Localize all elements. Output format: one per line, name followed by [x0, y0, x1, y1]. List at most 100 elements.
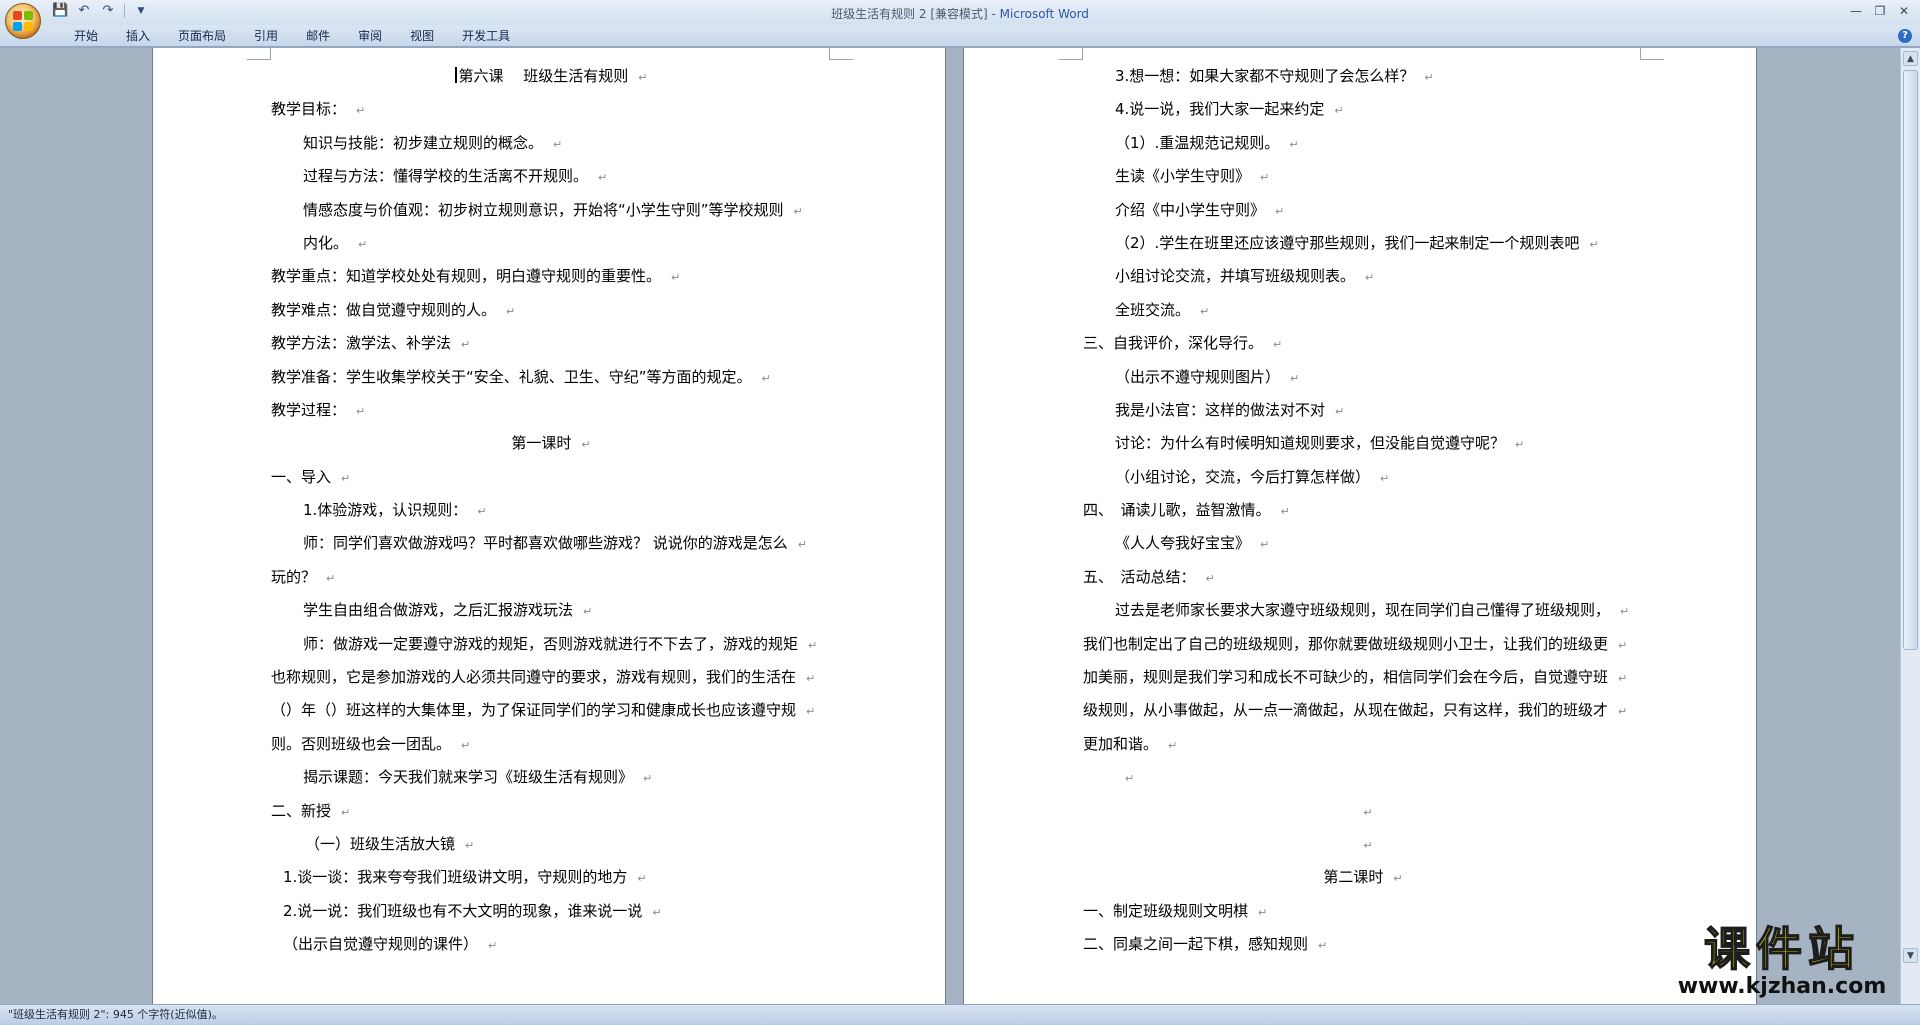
paragraph-mark-icon: ↵: [341, 805, 351, 819]
paragraph-mark-icon: ↵: [1125, 772, 1135, 786]
close-icon[interactable]: ✕: [1894, 2, 1914, 20]
paragraph-line[interactable]: （出示自觉遵守规则的课件） ↵: [271, 928, 831, 961]
paragraph-line[interactable]: 教学目标： ↵: [271, 93, 831, 126]
paragraph-line[interactable]: 第六课 班级生活有规则 ↵: [271, 60, 831, 93]
paragraph-line[interactable]: 师：做游戏一定要遵守游戏的规矩，否则游戏就进行不下去了，游戏的规矩 ↵: [271, 628, 831, 661]
paragraph-line[interactable]: 一、导入 ↵: [271, 461, 831, 494]
paragraph-text: （1）.重温规范记规则。: [1115, 133, 1280, 152]
ribbon-tab[interactable]: 页面布局: [164, 28, 240, 44]
paragraph-line[interactable]: 我们也制定出了自己的班级规则，那你就要做班级规则小卫士，让我们的班级更 ↵: [1083, 628, 1643, 661]
paragraph-text: 1.谈一谈：我来夸夸我们班级讲文明，守规则的地方: [283, 868, 628, 887]
page-text-left[interactable]: 第六课 班级生活有规则 ↵ 教学目标： ↵ 知识与技能：初步建立规则的概念。 ↵ 过程与方法…: [271, 60, 831, 962]
paragraph-line[interactable]: （）年（）班这样的大集体里，为了保证同学们的学习和健康成长也应该遵守规 ↵: [271, 694, 831, 727]
paragraph-line[interactable]: 四、 诵读儿歌，益智激情。 ↵: [1083, 494, 1643, 527]
paragraph-mark-icon: ↵: [1273, 338, 1283, 352]
paragraph-line[interactable]: 过程与方法：懂得学校的生活离不开规则。 ↵: [271, 160, 831, 193]
paragraph-line[interactable]: 第一课时 ↵: [271, 427, 831, 460]
paragraph-line[interactable]: 加美丽，规则是我们学习和成长不可缺少的，相信同学们会在今后，自觉遵守班 ↵: [1083, 661, 1643, 694]
document-page-left[interactable]: 第六课 班级生活有规则 ↵ 教学目标： ↵ 知识与技能：初步建立规则的概念。 ↵ 过程与方法…: [152, 48, 946, 1004]
window-controls: — ❐ ✕: [1846, 2, 1914, 20]
paragraph-line[interactable]: 二、同桌之间一起下棋，感知规则 ↵: [1083, 928, 1643, 961]
paragraph-line[interactable]: 二、新授 ↵: [271, 795, 831, 828]
paragraph-text: 学生自由组合做游戏，之后汇报游戏玩法: [303, 601, 574, 620]
paragraph-line[interactable]: 内化。 ↵: [271, 227, 831, 260]
paragraph-line[interactable]: （一）班级生活放大镜 ↵: [271, 828, 831, 861]
office-logo-icon: [13, 11, 33, 31]
paragraph-line[interactable]: 小组讨论交流，并填写班级规则表。 ↵: [1083, 260, 1643, 293]
paragraph-mark-icon: ↵: [1318, 939, 1328, 953]
paragraph-line[interactable]: 我是小法官：这样的做法对不对 ↵: [1083, 394, 1643, 427]
paragraph-line[interactable]: 全班交流。 ↵: [1083, 294, 1643, 327]
ribbon-tab[interactable]: 邮件: [292, 28, 344, 44]
paragraph-line[interactable]: （出示不遵守规则图片） ↵: [1083, 361, 1643, 394]
paragraph-line[interactable]: 教学方法：激学法、补学法 ↵: [271, 327, 831, 360]
paragraph-mark-icon: ↵: [1258, 905, 1268, 919]
ribbon-tab[interactable]: 插入: [112, 28, 164, 44]
paragraph-line[interactable]: ↵: [1083, 828, 1643, 861]
minimize-icon[interactable]: —: [1846, 2, 1866, 20]
paragraph-mark-icon: ↵: [358, 237, 368, 251]
ribbon-tab[interactable]: 开发工具: [448, 28, 524, 44]
paragraph-line[interactable]: 揭示课题：今天我们就来学习《班级生活有规则》 ↵: [271, 761, 831, 794]
page-text-right[interactable]: 3.想一想：如果大家都不守规则了会怎么样？ ↵ 4.说一说，我们大家一起来约定 ↵ （1…: [1083, 60, 1643, 962]
paragraph-text: 教学准备：学生收集学校关于“安全、礼貌、卫生、守纪”等方面的规定。: [271, 367, 752, 386]
paragraph-line[interactable]: 过去是老师家长要求大家遵守班级规则，现在同学们自己懂得了班级规则， ↵: [1083, 594, 1643, 627]
paragraph-line[interactable]: （2）.学生在班里还应该遵守那些规则，我们一起来制定一个规则表吧 ↵: [1083, 227, 1643, 260]
paragraph-text: 讨论：为什么有时候明知道规则要求，但没能自觉遵守呢？: [1115, 434, 1506, 453]
paragraph-line[interactable]: 三、自我评价，深化导行。 ↵: [1083, 327, 1643, 360]
paragraph-line[interactable]: 4.说一说，我们大家一起来约定 ↵: [1083, 93, 1643, 126]
paragraph-line[interactable]: 生读《小学生守则》 ↵: [1083, 160, 1643, 193]
paragraph-line[interactable]: 教学过程： ↵: [271, 394, 831, 427]
paragraph-line[interactable]: 学生自由组合做游戏，之后汇报游戏玩法 ↵: [271, 594, 831, 627]
paragraph-line[interactable]: 教学准备：学生收集学校关于“安全、礼貌、卫生、守纪”等方面的规定。 ↵: [271, 361, 831, 394]
margin-corner-mark: [1640, 48, 1664, 60]
paragraph-line[interactable]: 讨论：为什么有时候明知道规则要求，但没能自觉遵守呢？ ↵: [1083, 427, 1643, 460]
paragraph-line[interactable]: ↵: [1083, 795, 1643, 828]
paragraph-line[interactable]: 则。否则班级也会一团乱。 ↵: [271, 728, 831, 761]
paragraph-line[interactable]: 也称规则，它是参加游戏的人必须共同遵守的要求，游戏有规则，我们的生活在 ↵: [271, 661, 831, 694]
paragraph-line[interactable]: 3.想一想：如果大家都不守规则了会怎么样？ ↵: [1083, 60, 1643, 93]
paragraph-line[interactable]: ↵: [1083, 761, 1643, 794]
ribbon-tab[interactable]: 视图: [396, 28, 448, 44]
paragraph-line[interactable]: 更加和谐。 ↵: [1083, 728, 1643, 761]
restore-icon[interactable]: ❐: [1870, 2, 1890, 20]
paragraph-line[interactable]: 1.谈一谈：我来夸夸我们班级讲文明，守规则的地方 ↵: [271, 861, 831, 894]
paragraph-line[interactable]: 教学重点：知道学校处处有规则，明白遵守规则的重要性。 ↵: [271, 260, 831, 293]
document-page-right[interactable]: 3.想一想：如果大家都不守规则了会怎么样？ ↵ 4.说一说，我们大家一起来约定 ↵ （1…: [963, 48, 1757, 1004]
paragraph-line[interactable]: （小组讨论，交流，今后打算怎样做） ↵: [1083, 461, 1643, 494]
paragraph-text: 一、导入: [271, 467, 332, 486]
paragraph-text: 第二课时: [1323, 868, 1384, 887]
vertical-scrollbar[interactable]: ▲ ▼: [1900, 48, 1920, 1004]
paragraph-mark-icon: ↵: [797, 538, 807, 552]
paragraph-mark-icon: ↵: [356, 104, 366, 118]
paragraph-mark-icon: ↵: [461, 338, 471, 352]
scroll-down-icon[interactable]: ▼: [1903, 948, 1918, 963]
paragraph-line[interactable]: 师：同学们喜欢做游戏吗？平时都喜欢做哪些游戏？ 说说你的游戏是怎么 ↵: [271, 527, 831, 560]
word-count-status[interactable]: "班级生活有规则 2": 945 个字符(近似值)。: [8, 1008, 223, 1021]
paragraph-line[interactable]: 教学难点：做自觉遵守规则的人。 ↵: [271, 294, 831, 327]
paragraph-line[interactable]: 1.体验游戏，认识规则： ↵: [271, 494, 831, 527]
ribbon-tab[interactable]: 审阅: [344, 28, 396, 44]
office-button[interactable]: [5, 3, 41, 39]
text-cursor: [454, 67, 457, 83]
help-icon[interactable]: ?: [1898, 29, 1912, 43]
paragraph-line[interactable]: （1）.重温规范记规则。 ↵: [1083, 127, 1643, 160]
scroll-thumb[interactable]: [1903, 70, 1918, 650]
paragraph-line[interactable]: 一、制定班级规则文明棋 ↵: [1083, 895, 1643, 928]
ribbon-tab[interactable]: 引用: [240, 28, 292, 44]
ribbon-tab[interactable]: 开始: [60, 28, 112, 44]
paragraph-line[interactable]: 情感态度与价值观：初步树立规则意识，开始将“小学生守则”等学校规则 ↵: [271, 194, 831, 227]
paragraph-mark-icon: ↵: [1380, 471, 1390, 485]
scroll-up-icon[interactable]: ▲: [1903, 51, 1918, 66]
paragraph-line[interactable]: 级规则，从小事做起，从一点一滴做起，从现在做起，只有这样，我们的班级才 ↵: [1083, 694, 1643, 727]
paragraph-line[interactable]: 2.说一说：我们班级也有不大文明的现象，谁来说一说 ↵: [271, 895, 831, 928]
paragraph-mark-icon: ↵: [643, 772, 653, 786]
paragraph-line[interactable]: 五、 活动总结： ↵: [1083, 561, 1643, 594]
paragraph-mark-icon: ↵: [1200, 304, 1210, 318]
paragraph-line[interactable]: 第二课时 ↵: [1083, 861, 1643, 894]
paragraph-text: 全班交流。: [1115, 300, 1191, 319]
paragraph-line[interactable]: 《人人夸我好宝宝》 ↵: [1083, 527, 1643, 560]
paragraph-line[interactable]: 玩的？ ↵: [271, 561, 831, 594]
paragraph-line[interactable]: 介绍《中小学生守则》 ↵: [1083, 194, 1643, 227]
paragraph-line[interactable]: 知识与技能：初步建立规则的概念。 ↵: [271, 127, 831, 160]
